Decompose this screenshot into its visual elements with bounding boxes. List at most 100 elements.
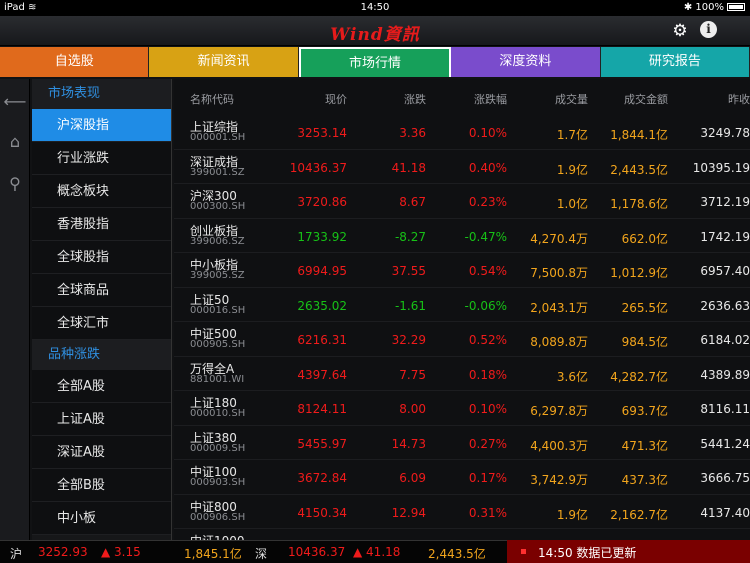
cell-price: 4150.34 (297, 505, 347, 520)
col-price[interactable]: 现价 (325, 91, 347, 107)
cell-change: 32.29 (391, 333, 426, 347)
cell-prev-close: 6957.40 (700, 264, 750, 278)
table-row[interactable]: 中小板指 399005.SZ 6994.95 37.55 0.54% 7,500.8万 1,… (174, 253, 750, 288)
cell-change: 6.09 (399, 471, 426, 485)
table-row[interactable]: 上证综指 000001.SH 3253.14 3.36 0.10% 1.7亿 1,844.1… (174, 115, 750, 150)
app-header: Wind資訊 ⚙ i (0, 16, 750, 46)
ticker-sz-label: 深 (255, 547, 268, 561)
cell-code: 000903.SH (190, 477, 246, 488)
sidebar-item-sz-a[interactable]: 深证A股 (32, 436, 171, 469)
col-amount[interactable]: 成交金额 (624, 91, 668, 107)
col-volume[interactable]: 成交量 (555, 91, 588, 107)
cell-amount: 984.5亿 (621, 335, 668, 349)
cell-prev-close: 2636.63 (700, 298, 750, 313)
bluetooth-icon: ✱ (683, 2, 693, 13)
cell-price: 3672.84 (297, 471, 347, 485)
quote-table: 名称代码 现价 涨跌 涨跌幅 成交量 成交金额 昨收 上证综指 000001.SH… (174, 79, 750, 540)
cell-amount: 693.7亿 (621, 404, 668, 418)
home-icon[interactable]: ⌂ (0, 127, 30, 157)
sidebar-item-sme[interactable]: 中小板 (32, 502, 171, 535)
table-row[interactable]: 上证380 000009.SH 5455.97 14.73 0.27% 4,400.3万 4… (174, 426, 750, 460)
cell-prev-close: 5441.24 (700, 436, 750, 451)
cell-pct: 0.23% (468, 195, 507, 209)
cell-pct: 0.10% (468, 402, 507, 416)
cell-change: -8.27 (394, 229, 426, 244)
table-row[interactable]: 中证100 000903.SH 3672.84 6.09 0.17% 3,742.9万 43… (174, 460, 750, 495)
ticker-sz-amount: 2,443.5亿 (428, 547, 486, 561)
cell-price: 3253.14 (297, 126, 347, 140)
tab-research-data[interactable]: 深度资料 (451, 47, 601, 77)
main-tabs: 自选股 新闻资讯 市场行情 深度资料 研究报告 (0, 47, 750, 77)
table-row[interactable]: 万得全A 881001.WI 4397.64 7.75 0.18% 3.6亿 4,282.7… (174, 357, 750, 391)
tab-market[interactable]: 市场行情 (298, 47, 452, 77)
table-row[interactable]: 中证1000 (174, 529, 750, 540)
col-change[interactable]: 涨跌 (404, 91, 426, 107)
cell-name: 中证1000 (190, 532, 245, 540)
sidebar-item-global-commodity[interactable]: 全球商品 (32, 274, 171, 307)
ticker-sz-change: ▲ 41.18 (353, 545, 401, 559)
cell-pct: -0.06% (464, 298, 507, 313)
table-header: 名称代码 现价 涨跌 涨跌幅 成交量 成交金额 昨收 (174, 79, 750, 115)
info-icon[interactable]: i (700, 21, 720, 41)
back-arrow-icon[interactable]: ⟵ (0, 87, 30, 117)
sidebar-item-all-a[interactable]: 全部A股 (32, 370, 171, 403)
cell-volume: 3,742.9万 (530, 473, 588, 487)
cell-pct: 0.18% (468, 367, 507, 382)
table-row[interactable]: 中证800 000906.SH 4150.34 12.94 0.31% 1.9亿 2,162… (174, 495, 750, 529)
cell-amount: 437.3亿 (621, 473, 668, 487)
table-row[interactable]: 上证50 000016.SH 2635.02 -1.61 -0.06% 2,043.1万 2… (174, 288, 750, 322)
sidebar-item-global-index[interactable]: 全球股指 (32, 241, 171, 274)
table-row[interactable]: 沪深300 000300.SH 3720.86 8.67 0.23% 1.0亿 1,178.… (174, 184, 750, 219)
cell-pct: 0.10% (468, 126, 507, 140)
cell-code: 000009.SH (190, 442, 246, 454)
sidebar-item-global-fx[interactable]: 全球汇市 (32, 307, 171, 340)
cell-code: 000010.SH (190, 408, 246, 419)
cell-volume: 6,297.8万 (530, 404, 588, 418)
cell-change: 41.18 (391, 160, 426, 175)
sidebar-item-sh-a[interactable]: 上证A股 (32, 403, 171, 436)
table-row[interactable]: 深证成指 399001.SZ 10436.37 41.18 0.40% 1.9亿 2,443… (174, 150, 750, 184)
cell-prev-close: 10395.19 (692, 160, 750, 175)
table-row[interactable]: 创业板指 399006.SZ 1733.92 -8.27 -0.47% 4,270.4万 6… (174, 219, 750, 253)
cell-code: 881001.WI (190, 373, 245, 385)
cell-volume: 3.6亿 (556, 369, 588, 384)
sidebar-item-concept[interactable]: 概念板块 (32, 175, 171, 208)
table-row[interactable]: 上证180 000010.SH 8124.11 8.00 0.10% 6,297.8万 69… (174, 391, 750, 426)
cell-change: 37.55 (391, 264, 426, 278)
sidebar-item-industry[interactable]: 行业涨跌 (32, 142, 171, 175)
cell-change: 14.73 (391, 436, 426, 451)
gear-icon[interactable]: ⚙ (670, 21, 690, 41)
cell-price: 3720.86 (297, 195, 347, 209)
col-prev-close[interactable]: 昨收 (728, 91, 750, 107)
cell-volume: 4,400.3万 (530, 438, 588, 453)
cell-volume: 1.7亿 (556, 128, 588, 142)
cell-prev-close: 3666.75 (700, 471, 750, 485)
cell-volume: 2,043.1万 (530, 300, 588, 315)
tab-watchlist[interactable]: 自选股 (0, 47, 150, 77)
search-icon[interactable]: ⚲ (0, 169, 30, 199)
ticker-sz-price: 10436.37 (288, 545, 346, 559)
sidebar-item-hk-index[interactable]: 香港股指 (32, 208, 171, 241)
sidebar-item-all-b[interactable]: 全部B股 (32, 469, 171, 502)
cell-change: -1.61 (394, 298, 426, 313)
cell-price: 10436.37 (289, 160, 347, 175)
ticker-sh-price: 3252.93 (38, 545, 88, 559)
sidebar-item-hs-index[interactable]: 沪深股指 (32, 109, 171, 142)
col-name[interactable]: 名称代码 (190, 91, 234, 107)
cell-code: 000905.SH (190, 339, 246, 350)
tab-news[interactable]: 新闻资讯 (149, 47, 299, 77)
table-row[interactable]: 中证500 000905.SH 6216.31 32.29 0.52% 8,089.8万 9… (174, 322, 750, 357)
cell-amount: 1,178.6亿 (610, 197, 668, 211)
tab-reports[interactable]: 研究报告 (600, 47, 750, 77)
cell-pct: 0.17% (468, 471, 507, 485)
cell-change: 3.36 (399, 126, 426, 140)
col-pct[interactable]: 涨跌幅 (474, 91, 507, 107)
cell-pct: 0.54% (468, 264, 507, 278)
cell-pct: -0.47% (464, 229, 507, 244)
cell-pct: 0.40% (468, 160, 507, 175)
sidebar-section-market: 市场表现 (32, 79, 171, 109)
cell-change: 8.00 (399, 402, 426, 416)
cell-change: 12.94 (391, 505, 426, 520)
cell-amount: 1,012.9亿 (610, 266, 668, 280)
cell-volume: 7,500.8万 (530, 266, 588, 280)
